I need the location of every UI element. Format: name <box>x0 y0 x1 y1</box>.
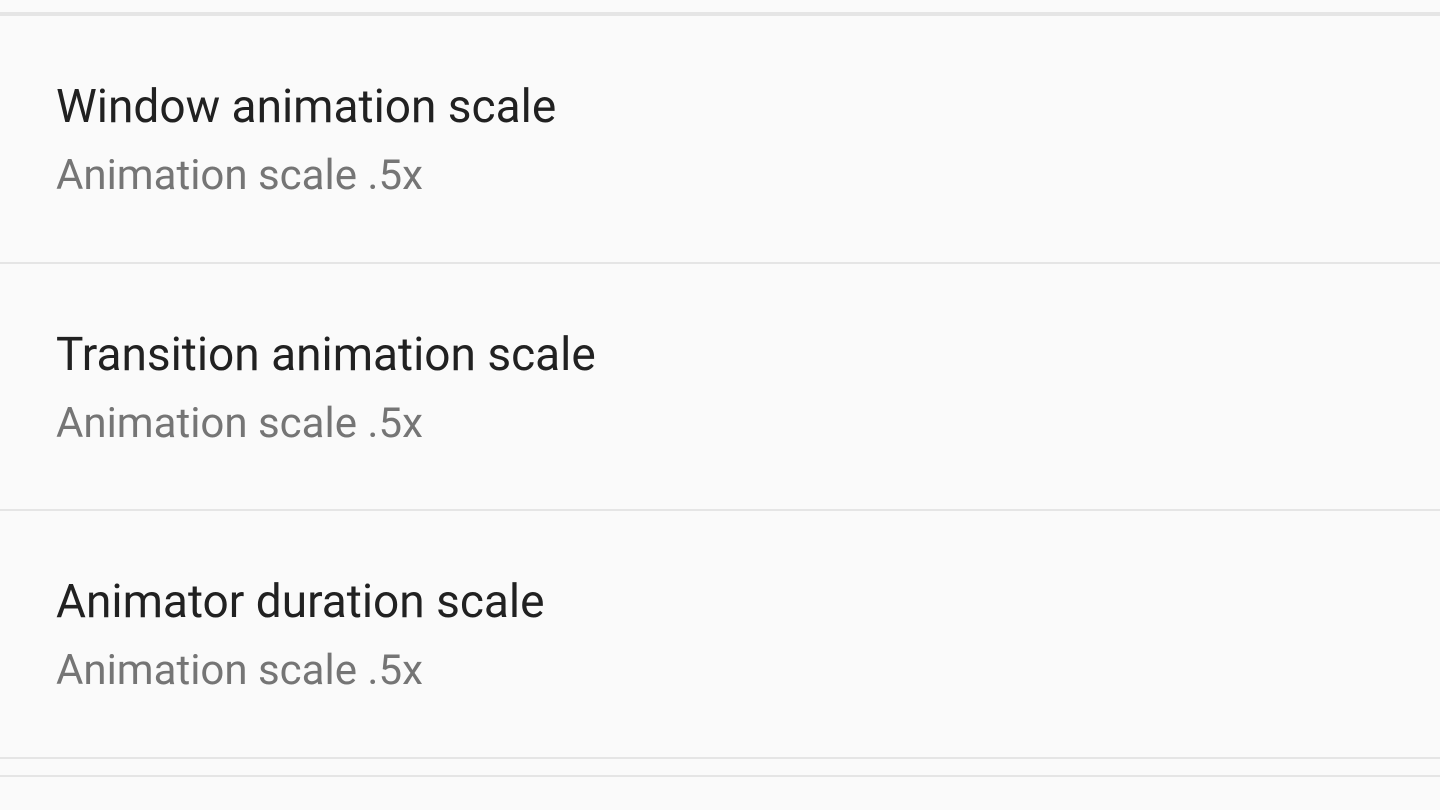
settings-item-title: Animator duration scale <box>56 575 1384 630</box>
settings-item-subtitle: Animation scale .5x <box>56 151 1384 201</box>
divider <box>0 775 1440 777</box>
settings-item-subtitle: Animation scale .5x <box>56 399 1384 449</box>
settings-item-transition-animation-scale[interactable]: Transition animation scale Animation sca… <box>0 264 1440 512</box>
settings-item-title: Window animation scale <box>56 80 1384 135</box>
settings-item-title: Transition animation scale <box>56 328 1384 383</box>
settings-list: Window animation scale Animation scale .… <box>0 0 1440 777</box>
settings-item-animator-duration-scale[interactable]: Animator duration scale Animation scale … <box>0 511 1440 759</box>
settings-item-subtitle: Animation scale .5x <box>56 646 1384 696</box>
settings-item-window-animation-scale[interactable]: Window animation scale Animation scale .… <box>0 16 1440 264</box>
